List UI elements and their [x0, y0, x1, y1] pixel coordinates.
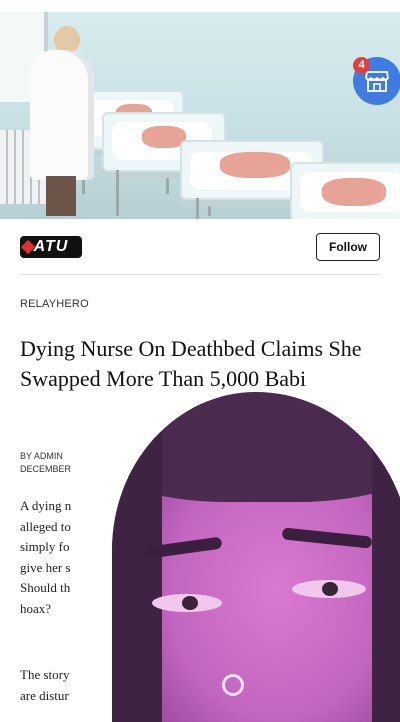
- logo-text: ATU: [33, 238, 69, 255]
- publisher-logo[interactable]: ATU: [20, 236, 82, 258]
- notification-count-badge: 4: [353, 57, 370, 74]
- article-source: RELAYHERO: [20, 298, 89, 310]
- article-title[interactable]: Dying Nurse On Deathbed Claims She Swapp…: [20, 334, 380, 394]
- divider: [20, 274, 380, 275]
- crib: [290, 162, 400, 219]
- author: BY ADMIN: [20, 451, 63, 461]
- nose-ring: [222, 674, 244, 696]
- article-hero-image: [0, 12, 400, 219]
- eyebrow: [281, 527, 373, 549]
- follow-button[interactable]: Follow: [316, 233, 380, 261]
- publisher-bar: ATU Follow: [20, 231, 380, 265]
- store-icon: [365, 71, 389, 92]
- byline: BY ADMIN DECEMBER: [20, 450, 71, 476]
- hair: [112, 432, 162, 722]
- hair: [372, 432, 400, 722]
- eye: [152, 594, 222, 612]
- eye: [292, 580, 366, 598]
- creator-camera-overlay: [112, 392, 400, 722]
- shop-button[interactable]: 4: [353, 57, 400, 105]
- publish-date: DECEMBER: [20, 464, 72, 474]
- nurse-figure: [20, 26, 94, 216]
